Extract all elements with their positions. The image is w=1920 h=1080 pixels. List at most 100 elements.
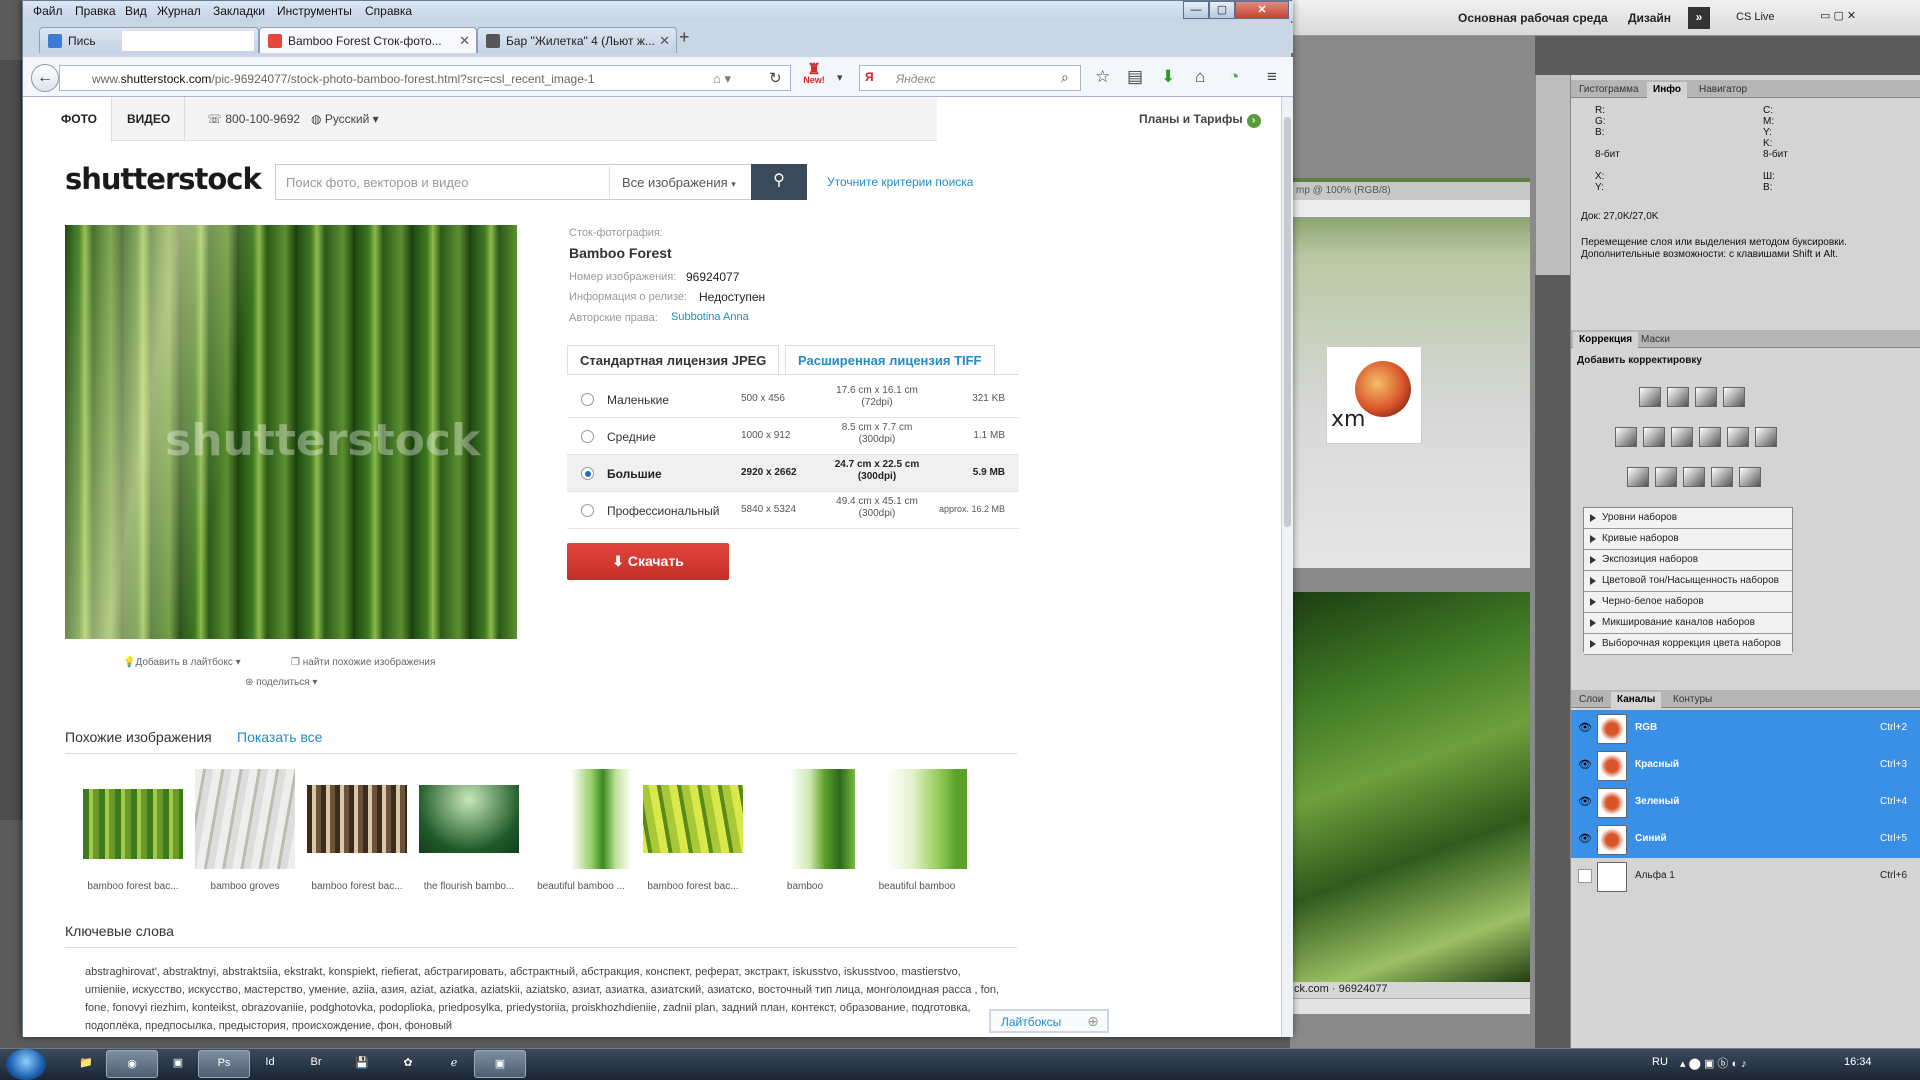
brightness-icon[interactable] — [1639, 387, 1661, 407]
design-label[interactable]: Дизайн — [1628, 11, 1671, 25]
preset-item[interactable]: Микширование каналов наборов — [1584, 613, 1792, 634]
invert-icon[interactable] — [1627, 467, 1649, 487]
phone-link[interactable]: ☏ 800-100-9692 — [207, 112, 300, 126]
adjust-icons-row2[interactable] — [1615, 427, 1777, 447]
ps-document-1-title[interactable]: mp @ 100% (RGB/8) — [1290, 182, 1530, 200]
tab-info[interactable]: Инфо — [1647, 82, 1687, 98]
menu-bookmarks[interactable]: Закладки — [213, 4, 265, 18]
clock[interactable]: 16:34 — [1844, 1056, 1872, 1068]
similar-caption[interactable]: bamboo — [755, 881, 855, 892]
show-all-link[interactable]: Показать все — [237, 729, 322, 745]
photo-filter-icon[interactable] — [1727, 427, 1749, 447]
menu-view[interactable]: Вид — [125, 4, 147, 18]
similar-item[interactable]: bamboo — [755, 769, 855, 892]
menu-file[interactable]: Файл — [33, 4, 63, 18]
preset-item[interactable]: Кривые наборов — [1584, 529, 1792, 550]
scrollbar-thumb[interactable] — [1284, 117, 1291, 527]
similar-caption[interactable]: bamboo forest bac... — [643, 881, 743, 892]
share-link[interactable]: ⊛ поделиться ▾ — [245, 677, 317, 688]
similar-caption[interactable]: bamboo groves — [195, 881, 295, 892]
ps-dock-icons[interactable] — [1535, 75, 1570, 275]
radio-button[interactable] — [581, 393, 594, 406]
search-scope-dropdown[interactable]: Все изображения ▾ — [609, 166, 759, 198]
add-to-lightbox-link[interactable]: 💡Добавить в лайтбокс ▾ — [123, 657, 241, 668]
tab-mail[interactable]: Пись — [39, 27, 259, 53]
tray-icons[interactable]: ▴ ⬤ ▣ ⓑ ◐ ♪ — [1680, 1055, 1747, 1071]
menu-edit[interactable]: Правка — [75, 4, 116, 18]
size-row-small[interactable]: Маленькие 500 x 456 17.6 cm x 16.1 cm (72dp… — [567, 381, 1019, 418]
app2-taskbar-icon[interactable]: ✿ — [382, 1050, 434, 1078]
url-bar[interactable]: www.shutterstock.com/pic-96924077/stock-… — [59, 65, 791, 91]
refine-search-link[interactable]: Уточните критерии поиска — [827, 175, 973, 189]
similar-caption[interactable]: beautiful bamboo — [867, 881, 967, 892]
download-button[interactable]: ⬇ Скачать — [567, 543, 729, 580]
tab-masks[interactable]: Маски — [1635, 332, 1676, 348]
cs-live-button[interactable]: CS Live — [1736, 11, 1775, 23]
channel-row-blue[interactable]: 👁 Синий Ctrl+5 — [1571, 821, 1920, 858]
menu-help[interactable]: Справка — [365, 4, 412, 18]
main-bamboo-image[interactable]: shutterstock — [65, 225, 517, 639]
preset-item[interactable]: Цветовой тон/Насыщенность наборов — [1584, 571, 1792, 592]
menu-history[interactable]: Журнал — [157, 4, 201, 18]
language-select[interactable]: ◍ Русский ▾ — [311, 112, 379, 126]
photoshop-taskbar-icon[interactable]: Ps — [198, 1050, 250, 1078]
new-tab-button[interactable]: + — [679, 27, 690, 48]
bookmark-star-icon[interactable]: ☆ — [1095, 67, 1110, 87]
ie-taskbar-icon[interactable]: ℯ — [428, 1050, 480, 1078]
similar-thumbnail[interactable] — [419, 769, 519, 869]
find-similar-link[interactable]: ❐ найти похожие изображения — [291, 657, 435, 668]
curves-icon[interactable] — [1695, 387, 1717, 407]
similar-item[interactable]: beautiful bamboo — [867, 769, 967, 892]
eye-icon[interactable]: 👁 — [1578, 758, 1592, 772]
similar-caption[interactable]: beautiful bamboo ... — [531, 881, 631, 892]
levels-icon[interactable] — [1667, 387, 1689, 407]
tab-standard-license[interactable]: Стандартная лицензия JPEG — [567, 345, 780, 375]
bridge-taskbar-icon[interactable]: Br — [290, 1050, 342, 1078]
menu-icon[interactable]: ≡ — [1267, 67, 1277, 87]
ps-tools-panel[interactable] — [0, 60, 22, 820]
eye-icon[interactable]: 👁 — [1578, 795, 1592, 809]
selective-color-icon[interactable] — [1739, 467, 1761, 487]
similar-item[interactable]: bamboo forest bac... — [83, 769, 183, 892]
similar-item[interactable]: bamboo forest bac... — [307, 769, 407, 892]
tab-shutterstock[interactable]: Bamboo Forest Сток-фото... ✕ — [259, 27, 477, 53]
tab-extended-license[interactable]: Расширенная лицензия TIFF — [785, 345, 995, 375]
tab-channels[interactable]: Каналы — [1611, 692, 1662, 708]
tab-adjustments[interactable]: Коррекция — [1573, 332, 1639, 348]
firefox-taskbar-icon[interactable]: ◉ — [106, 1050, 158, 1078]
home-icon[interactable]: ⌂ — [1195, 67, 1205, 87]
lightboxes-button[interactable]: Лайтбоксы ⊕ — [989, 1009, 1109, 1033]
reload-icon[interactable]: ↻ — [769, 69, 782, 87]
tab-navigator[interactable]: Навигатор — [1693, 82, 1753, 98]
plans-link[interactable]: Планы и Тарифы › — [1139, 112, 1261, 128]
similar-caption[interactable]: bamboo forest bac... — [307, 881, 407, 892]
similar-thumbnail[interactable] — [307, 769, 407, 869]
radio-button-selected[interactable] — [581, 467, 594, 480]
hue-sat-icon[interactable] — [1643, 427, 1665, 447]
app3-taskbar-icon[interactable]: ▣ — [474, 1050, 526, 1078]
radio-button[interactable] — [581, 504, 594, 517]
mixer-icon[interactable] — [1755, 427, 1777, 447]
channel-row-rgb[interactable]: 👁 RGB Ctrl+2 — [1571, 710, 1920, 747]
search-icon[interactable]: ⌕ — [1061, 69, 1069, 86]
adjust-icons-row3[interactable] — [1627, 467, 1761, 487]
indesign-taskbar-icon[interactable]: Id — [244, 1050, 296, 1078]
language-indicator[interactable]: RU — [1652, 1056, 1668, 1068]
similar-thumbnail[interactable] — [867, 769, 967, 869]
explorer-taskbar-icon[interactable]: 📁 — [60, 1050, 112, 1078]
posterize-icon[interactable] — [1655, 467, 1677, 487]
preset-item[interactable]: Уровни наборов — [1584, 508, 1792, 529]
eye-icon[interactable] — [1578, 869, 1592, 883]
gradient-map-icon[interactable] — [1711, 467, 1733, 487]
download-icon[interactable]: ⬇ — [1161, 67, 1175, 87]
adjust-icons-row1[interactable] — [1639, 387, 1745, 407]
tab-layers[interactable]: Слои — [1573, 692, 1609, 708]
similar-thumbnail[interactable] — [83, 769, 183, 869]
menu-tools[interactable]: Инструменты — [277, 4, 352, 18]
radio-button[interactable] — [581, 430, 594, 443]
new-badge[interactable]: ♜ New! — [799, 62, 829, 85]
preset-item[interactable]: Черно-белое наборов — [1584, 592, 1792, 613]
bw-icon[interactable] — [1699, 427, 1721, 447]
shutterstock-logo[interactable]: shutterstock — [65, 162, 262, 196]
tab-histogram[interactable]: Гистограмма — [1573, 82, 1645, 98]
